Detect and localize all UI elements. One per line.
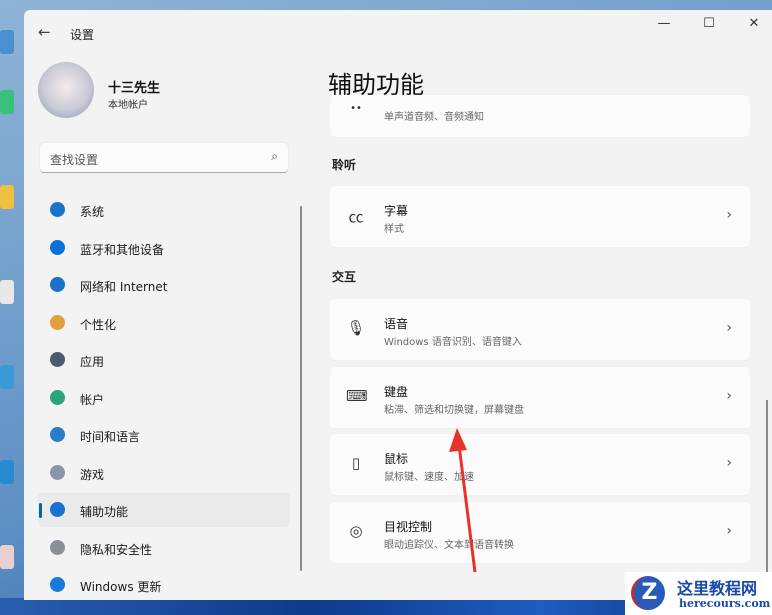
red-arrow-annotation (449, 428, 477, 573)
watermark-name: 这里教程网 (677, 579, 758, 598)
watermark: Z 这里教程网 herecours.com (625, 572, 772, 615)
watermark-url: herecours.com (679, 597, 771, 610)
